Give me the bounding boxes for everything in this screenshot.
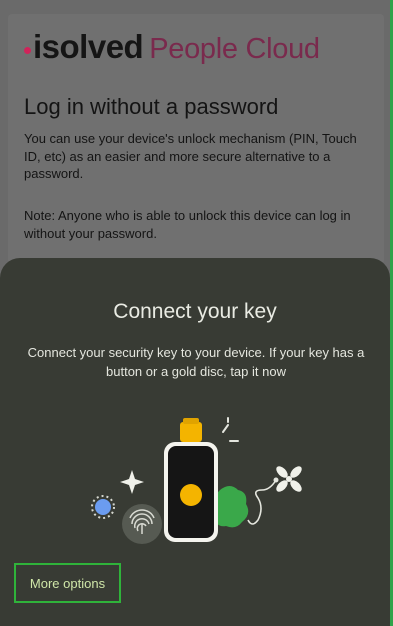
green-blob-icon: [212, 486, 249, 528]
isolved-logo: isolved People Cloud: [24, 28, 320, 66]
sheet-description: Connect your security key to your device…: [27, 345, 365, 379]
login-description: You can use your device's unlock mechani…: [24, 131, 357, 181]
security-key-illustration: [91, 417, 302, 544]
sparkle-icon: [120, 470, 144, 494]
blue-dot-icon: [95, 499, 111, 515]
tap-lines-icon: [222, 417, 239, 442]
more-options-button[interactable]: More options: [14, 563, 121, 603]
flower-icon: [276, 466, 302, 492]
logo-dot-icon: [24, 47, 31, 54]
page-title: Log in without a password: [24, 94, 279, 119]
gold-disc-icon: [180, 484, 202, 506]
logo-people-cloud-text: People Cloud: [149, 33, 320, 65]
sheet-title: Connect your key: [113, 300, 277, 323]
logo-isolved-text: isolved: [33, 28, 144, 65]
login-note: Note: Anyone who is able to unlock this …: [24, 208, 351, 241]
squiggle-line: [247, 479, 277, 525]
key-cap-icon: [180, 422, 202, 442]
